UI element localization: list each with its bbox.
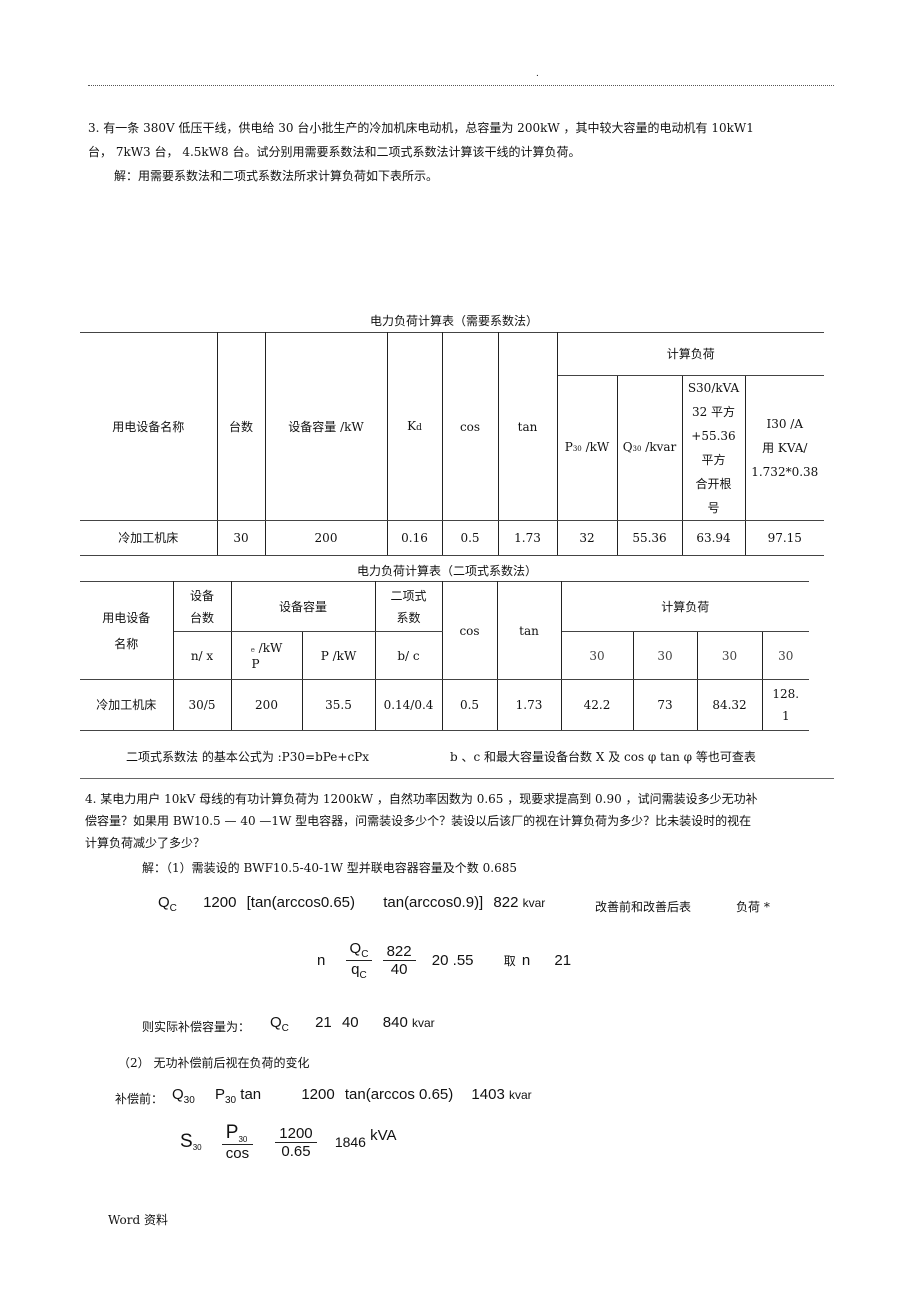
th-s30: S30/kVA 32 平方 +55.36 平方 合开根 号 <box>681 375 746 521</box>
header-mark: . <box>536 68 539 79</box>
problem4-line1: 4. 某电力用户 10kV 母线的有功计算负荷为 1200kW ，自然功率因数为… <box>85 792 758 806</box>
th-coef: 二项式 系数 <box>374 581 443 632</box>
table2-caption: 电力负荷计算表（二项式系数法） <box>357 564 538 578</box>
equation-before-q30: Q30 P30 tan 1200 tan(arccos 0.65) 1403 k… <box>172 1086 532 1106</box>
th-tan: tan <box>497 332 558 521</box>
equation-qc-note1: 改善前和改善后表 <box>595 900 692 914</box>
fraction-1200-over-065: 1200 0.65 <box>275 1125 317 1160</box>
problem3-line1: 3. 有一条 380V 低压干线，供电给 30 台小批生产的冷加机床电动机，总容… <box>88 121 754 135</box>
header-rule <box>88 85 834 86</box>
th-calc-load: 计算负荷 <box>560 581 810 632</box>
problem4-line3: 计算负荷减少了多少？ <box>85 836 206 850</box>
th-q30: Q30 /kvar <box>616 375 683 521</box>
cell-device-name: 冷加工机床 <box>80 679 174 731</box>
cell-s30: 63.94 <box>681 520 746 556</box>
th-cos: cos <box>441 581 498 680</box>
table1-caption: 电力负荷计算表（需要系数法） <box>370 314 539 328</box>
th-count: 设备 台数 <box>172 581 232 632</box>
th-kd: Kd <box>386 332 443 521</box>
cell-px: 35.5 <box>301 679 376 731</box>
table-row: 冷加工机床 30/5 200 35.5 0.14/0.4 0.5 1.73 42… <box>80 679 810 731</box>
th-cos: cos <box>441 332 499 521</box>
cell-q30: 73 <box>632 679 698 731</box>
table2-footnote-left: 二项式系数法 的基本公式为 :P30=bPe+cPx <box>126 750 370 764</box>
cell-p30: 32 <box>556 520 618 556</box>
table-divider <box>80 555 824 556</box>
cell-tan: 1.73 <box>496 679 562 731</box>
problem3-line2: 台， 7kW3 台， 4.5kW8 台。试分别用需要系数法和二项式系数法计算该干… <box>88 145 581 159</box>
cell-bc: 0.14/0.4 <box>374 679 443 731</box>
th-device-name: 用电设备名称 <box>80 332 218 521</box>
th-p30-sub: 30 <box>560 631 634 680</box>
th-nx: n/ x <box>173 631 232 680</box>
cell-nx: 30/5 <box>172 679 232 731</box>
cell-p30: 42.2 <box>560 679 634 731</box>
problem4-step2: （2） 无功补偿前后视在负荷的变化 <box>118 1056 310 1070</box>
th-calc-load: 计算负荷 <box>556 332 825 376</box>
cell-cos: 0.5 <box>441 520 499 556</box>
footer-label: Word 资料 <box>108 1213 168 1227</box>
th-capacity: 设备容量 /kW <box>264 332 388 521</box>
th-tan: tan <box>496 581 562 680</box>
table2-binomial-coefficient: 用电设备 名称 设备 台数 设备容量 二项式 系数 cos tan 计算负荷 n… <box>80 581 810 731</box>
problem3-solution-intro: 解：用需要系数法和二项式系数法所求计算负荷如下表所示。 <box>114 169 439 183</box>
th-i30-sub: 30 <box>761 631 810 680</box>
cell-capacity: 200 <box>264 520 388 556</box>
actual-label: 则实际补偿容量为： <box>142 1020 251 1034</box>
problem4-line2: 偿容量？如果用 BW10.5 — 40 —1W 型电容器，问需装设多少个？装设以… <box>85 814 752 828</box>
table1-demand-coefficient: 用电设备名称 台数 设备容量 /kW Kd cos tan 计算负荷 P30 /… <box>80 332 825 556</box>
equation-qc-note2: 负荷 * <box>736 900 770 914</box>
fraction-822-over-40: 822 40 <box>382 943 416 978</box>
th-q30-sub: 30 <box>632 631 698 680</box>
th-pe: e /kW P <box>230 631 303 680</box>
problem4-step1: 解：（1）需装设的 BWF10.5-40-1W 型并联电容器容量及个数 0.68… <box>142 861 517 875</box>
cell-kd: 0.16 <box>386 520 443 556</box>
cell-q30: 55.36 <box>616 520 683 556</box>
section-divider <box>80 778 834 779</box>
equation-actual-qc: QC 21 40 840 kvar <box>270 1014 435 1034</box>
equation-qc: QC 1200 [tan(arccos0.65) tan(arccos0.9)]… <box>158 894 546 914</box>
cell-s30: 84.32 <box>696 679 763 731</box>
table-row: 冷加工机床 30 200 0.16 0.5 1.73 32 55.36 63.9… <box>80 520 825 556</box>
before-label: 补偿前： <box>115 1092 164 1106</box>
th-px: P /kW <box>301 631 376 680</box>
th-p30: P30 /kW <box>557 375 618 521</box>
table2-footnote-right: b 、c 和最大容量设备台数 X 及 cos φ tan φ 等也可查表 <box>450 750 756 764</box>
cell-device-name: 冷加工机床 <box>80 520 218 556</box>
th-i30: I30 /A 用 KVA/ 1.732*0.38 <box>744 375 825 521</box>
th-bc: b/ c <box>374 631 443 680</box>
cell-cos: 0.5 <box>441 679 498 731</box>
th-count: 台数 <box>216 332 266 521</box>
equation-s30: S30 P30 cos 1200 0.65 1846 kVA <box>180 1122 397 1162</box>
fraction-p30-over-cos: P30 cos <box>221 1122 254 1162</box>
cell-pe: 200 <box>230 679 303 731</box>
th-s30-sub: 30 <box>696 631 763 680</box>
equation-n: n QC qC 822 40 20 .55 取 n 21 <box>317 940 572 981</box>
cell-count: 30 <box>216 520 266 556</box>
cell-i30: 97.15 <box>744 520 825 556</box>
cell-tan: 1.73 <box>497 520 558 556</box>
fraction-qc-over-qc: QC qC <box>345 940 373 981</box>
th-capacity: 设备容量 <box>230 581 376 632</box>
cell-i30: 128. 1 <box>761 679 810 731</box>
th-device-name: 用电设备 名称 <box>80 581 174 680</box>
